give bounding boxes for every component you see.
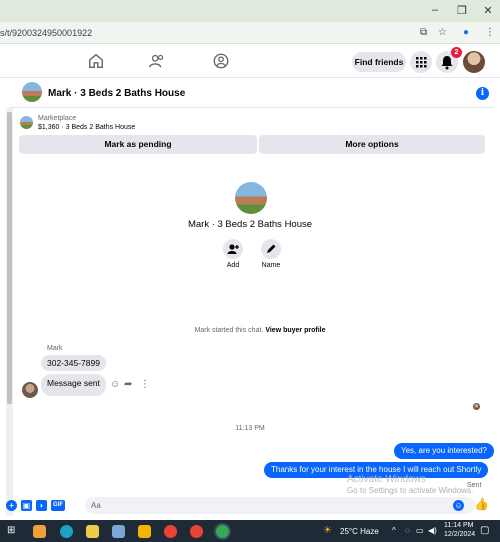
scrollbar-thumb[interactable] bbox=[7, 112, 12, 404]
file-explorer-icon[interactable] bbox=[86, 525, 99, 538]
reply-icon[interactable]: ➦ bbox=[124, 379, 132, 390]
chrome-icon[interactable] bbox=[190, 525, 203, 538]
emoji-icon[interactable]: ☺ bbox=[453, 500, 464, 511]
marketplace-label: Marketplace bbox=[38, 115, 77, 122]
pencil-icon bbox=[267, 244, 276, 253]
home-icon[interactable] bbox=[87, 52, 105, 70]
chrome-active-icon[interactable] bbox=[216, 525, 229, 538]
menu-grid-button[interactable] bbox=[410, 51, 432, 73]
marketplace-thumb bbox=[20, 116, 33, 129]
notification-center-icon[interactable]: ▢ bbox=[480, 525, 489, 536]
friends-icon[interactable] bbox=[148, 52, 166, 70]
name-label: Name bbox=[261, 262, 281, 269]
browser-titlebar: – ❐ ✕ bbox=[0, 0, 500, 22]
outgoing-message[interactable]: Yes, are you interested? bbox=[394, 443, 494, 459]
react-icon[interactable]: ☺ bbox=[110, 379, 120, 390]
like-icon[interactable]: 👍 bbox=[474, 497, 489, 511]
task-view-icon[interactable]: ⊞ bbox=[7, 525, 15, 536]
grid-icon bbox=[416, 57, 427, 68]
photo-icon[interactable]: ▣ bbox=[21, 500, 32, 511]
volume-icon[interactable]: ◀) bbox=[428, 526, 437, 535]
view-buyer-profile-link[interactable]: View buyer profile bbox=[265, 327, 325, 334]
edit-name-button[interactable] bbox=[261, 239, 281, 259]
chat-started-text: Mark started this chat. bbox=[194, 327, 264, 334]
listing-summary[interactable]: $1,360 · 3 Beds 2 Baths House bbox=[38, 124, 135, 131]
sticker-icon[interactable]: ◗ bbox=[36, 500, 47, 511]
network-icon[interactable]: ◌ bbox=[405, 526, 410, 535]
close-window-button[interactable]: ✕ bbox=[481, 4, 495, 17]
restore-button[interactable]: ❐ bbox=[455, 4, 469, 17]
sender-name: Mark bbox=[47, 345, 63, 352]
bookmark-star-icon[interactable]: ☆ bbox=[438, 27, 447, 38]
seen-indicator-avatar bbox=[473, 403, 480, 410]
chat-title[interactable]: Mark · 3 Beds 2 Baths House bbox=[48, 88, 185, 99]
chat-header: Mark · 3 Beds 2 Baths House i bbox=[10, 78, 494, 108]
message-phone[interactable]: 302-345-7899 bbox=[41, 355, 106, 371]
plus-icon[interactable]: + bbox=[6, 500, 17, 511]
clock-time[interactable]: 11:14 PM bbox=[444, 522, 473, 529]
message-timestamp: 11:13 PM bbox=[235, 425, 265, 432]
add-label: Add bbox=[226, 262, 240, 269]
message-input[interactable]: Aa bbox=[85, 497, 475, 514]
chat-start-notice: Mark started this chat. View buyer profi… bbox=[130, 327, 390, 334]
app-icon[interactable] bbox=[33, 525, 46, 538]
sender-avatar[interactable] bbox=[22, 382, 38, 398]
battery-icon[interactable]: ▭ bbox=[416, 526, 424, 535]
app-icon[interactable] bbox=[138, 525, 151, 538]
account-avatar[interactable] bbox=[463, 51, 485, 73]
app-icon[interactable] bbox=[112, 525, 125, 538]
add-person-icon bbox=[227, 244, 239, 254]
minimize-button[interactable]: – bbox=[428, 4, 442, 16]
more-icon[interactable]: ⋮ bbox=[140, 379, 150, 390]
edge-icon[interactable] bbox=[60, 525, 73, 538]
chrome-icon[interactable] bbox=[164, 525, 177, 538]
windows-taskbar bbox=[0, 520, 500, 542]
profile-name: Mark · 3 Beds 2 Baths House bbox=[187, 219, 313, 230]
listing-avatar[interactable] bbox=[22, 82, 42, 102]
info-icon[interactable]: i bbox=[476, 87, 489, 100]
message-sent-bubble[interactable]: Message sent bbox=[41, 374, 106, 396]
gif-icon[interactable]: GIF bbox=[51, 500, 65, 511]
mark-as-pending-button[interactable]: Mark as pending bbox=[19, 135, 257, 154]
add-friend-button[interactable] bbox=[223, 239, 243, 259]
profile-icon[interactable]: ● bbox=[463, 27, 469, 38]
weather-text[interactable]: 25°C Haze bbox=[340, 527, 379, 536]
notification-badge: 2 bbox=[451, 47, 462, 58]
url-field[interactable]: s/t/9200324950001922 bbox=[0, 28, 92, 38]
groups-icon[interactable] bbox=[212, 52, 230, 70]
weather-icon: ☀ bbox=[323, 525, 332, 536]
facebook-top-nav: Find friends 2 bbox=[0, 44, 500, 78]
activate-windows-title: Activate Windows bbox=[347, 474, 426, 485]
find-friends-button[interactable]: Find friends bbox=[352, 52, 406, 72]
address-bar: s/t/9200324950001922 ⧉ ☆ ● ⋮ bbox=[0, 22, 500, 44]
tray-chevron-icon[interactable]: ^ bbox=[392, 526, 396, 535]
install-app-icon[interactable]: ⧉ bbox=[420, 27, 427, 38]
more-options-button[interactable]: More options bbox=[259, 135, 485, 154]
profile-picture[interactable] bbox=[235, 182, 267, 214]
browser-menu-icon[interactable]: ⋮ bbox=[485, 27, 495, 38]
activate-windows-subtitle: Go to Settings to activate Windows. bbox=[347, 486, 474, 495]
clock-date[interactable]: 12/2/2024 bbox=[444, 531, 475, 538]
